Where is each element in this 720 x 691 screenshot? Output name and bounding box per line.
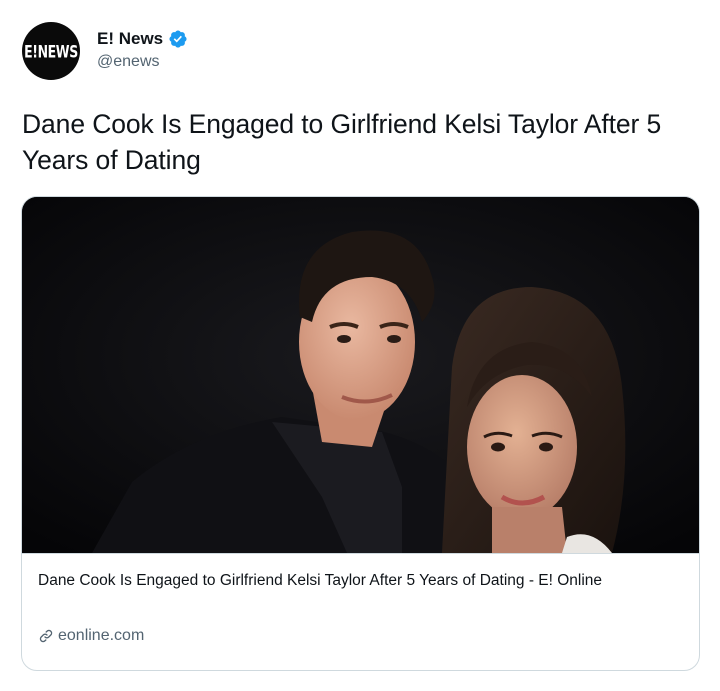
display-name[interactable]: E! News bbox=[97, 29, 163, 49]
link-preview-card[interactable]: Dane Cook Is Engaged to Girlfriend Kelsi… bbox=[21, 196, 700, 671]
name-row: E! News bbox=[97, 28, 188, 50]
card-domain[interactable]: eonline.com bbox=[38, 627, 144, 645]
link-icon bbox=[39, 629, 53, 643]
card-photo bbox=[22, 197, 699, 553]
handle[interactable]: @enews bbox=[97, 53, 188, 71]
avatar[interactable]: E!NEWS bbox=[22, 22, 80, 80]
card-title[interactable]: Dane Cook Is Engaged to Girlfriend Kelsi… bbox=[38, 570, 686, 592]
card-image[interactable] bbox=[22, 197, 699, 553]
avatar-logo: E!NEWS bbox=[24, 40, 78, 62]
tweet-text: Dane Cook Is Engaged to Girlfriend Kelsi… bbox=[22, 109, 662, 175]
account-info: E! News @enews bbox=[97, 28, 188, 71]
card-footer[interactable]: Dane Cook Is Engaged to Girlfriend Kelsi… bbox=[22, 553, 699, 670]
card-domain-text: eonline.com bbox=[58, 627, 145, 644]
verified-badge-icon bbox=[169, 30, 187, 48]
tweet[interactable]: E!NEWS E! News @enews Dane Cook Is Engag… bbox=[0, 0, 720, 691]
